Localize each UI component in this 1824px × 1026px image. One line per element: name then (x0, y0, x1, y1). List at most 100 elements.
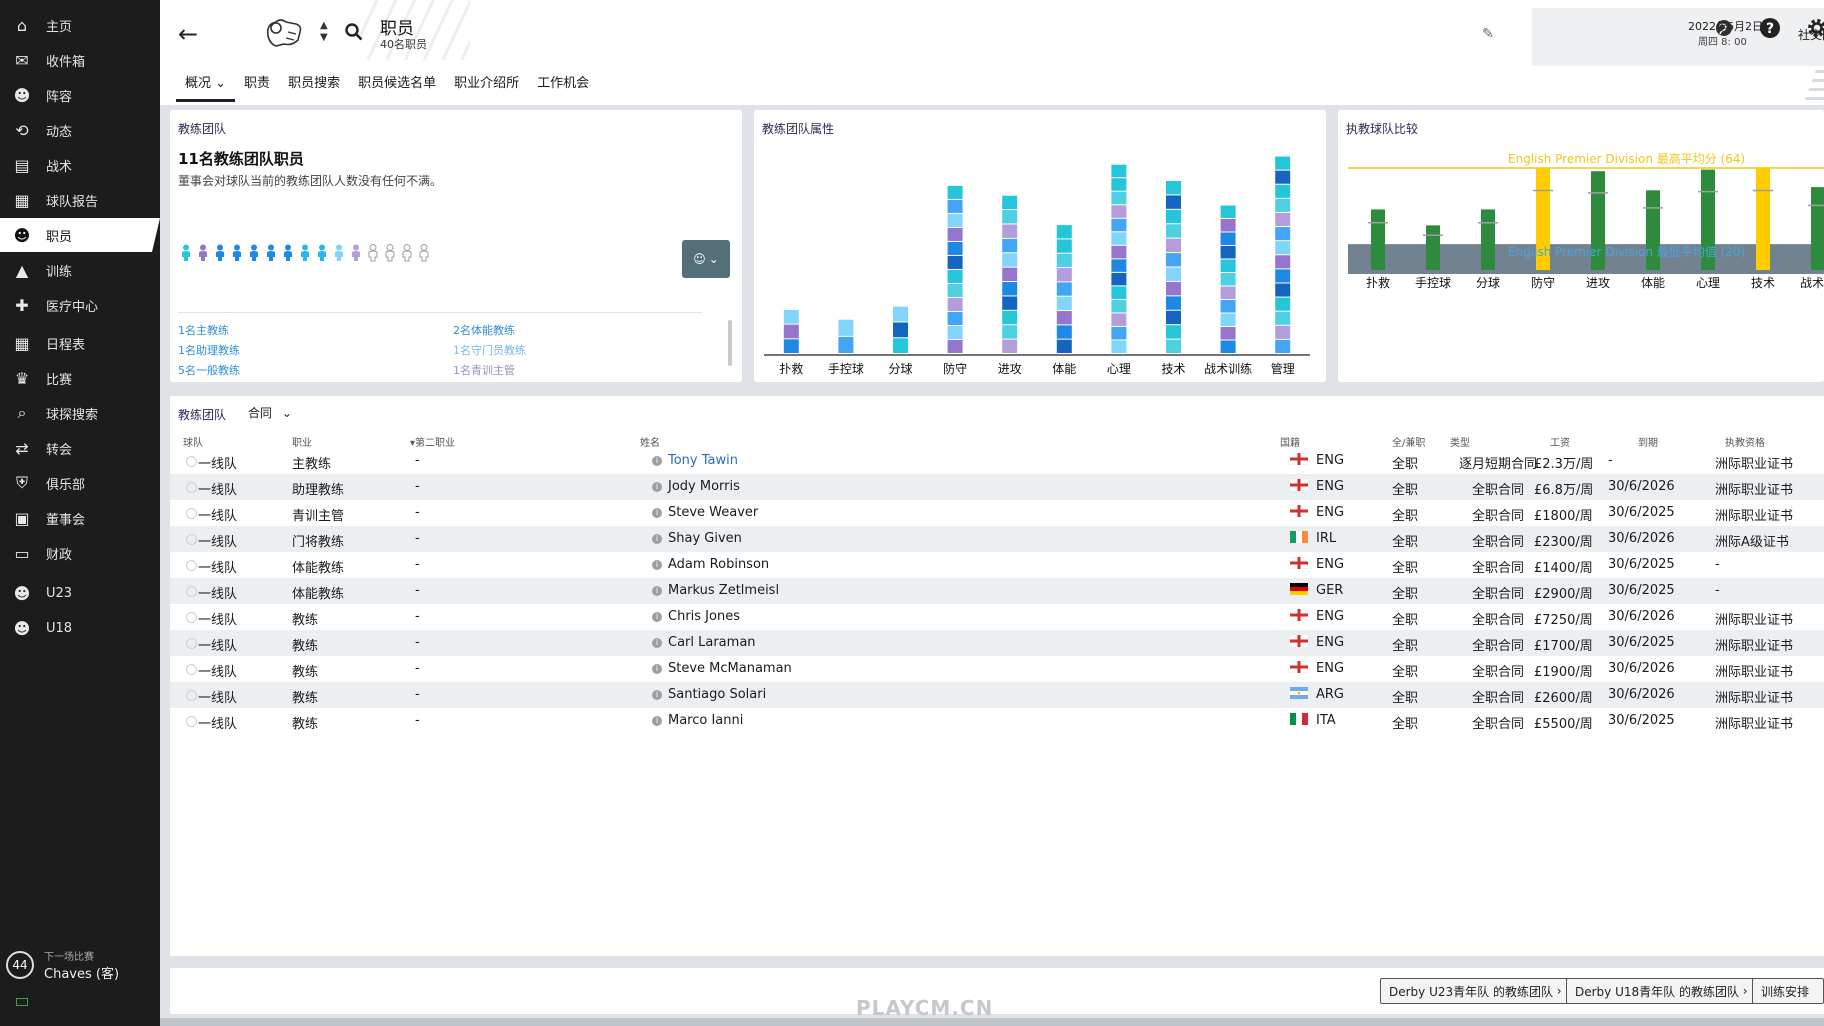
cell-name[interactable]: i Markus Zetlmeisl (652, 583, 779, 598)
column-header[interactable]: 类型 (1450, 434, 1470, 449)
info-icon[interactable]: i (652, 560, 662, 570)
count-gk-coach[interactable]: 1名守门员教练 (453, 342, 526, 358)
info-icon[interactable]: i (652, 664, 662, 674)
tab-4[interactable]: 职业介绍所 (445, 72, 528, 102)
table-row[interactable]: 一线队 体能教练 - i Adam Robinson ENG 全职 全职合同 £1400/周 30… (170, 552, 1824, 578)
cell-name[interactable]: i Jody Morris (652, 479, 740, 494)
row-select-checkbox[interactable] (186, 534, 197, 545)
attribute-bar-1[interactable] (838, 319, 854, 353)
info-icon[interactable]: i (652, 508, 662, 518)
back-arrow-icon[interactable]: ← (178, 20, 198, 48)
cell-name[interactable]: i Tony Tawin (652, 453, 738, 468)
sidebar-item-report[interactable]: ▦ 球队报告 (0, 183, 160, 217)
cell-name[interactable]: i Shay Given (652, 531, 742, 546)
comparison-bar-8[interactable] (1811, 187, 1824, 270)
table-row[interactable]: 一线队 教练 - i Steve McManaman ENG 全职 全职合同 £1900/周 30… (170, 656, 1824, 682)
cell-name[interactable]: i Steve Weaver (652, 505, 758, 520)
row-select-checkbox[interactable] (186, 690, 197, 701)
column-header[interactable]: 到期 (1638, 434, 1658, 449)
prev-next-arrows[interactable]: ▲ ▼ (320, 20, 328, 44)
row-select-checkbox[interactable] (186, 560, 197, 571)
chevron-down-icon[interactable]: ▼ (320, 32, 328, 44)
row-select-checkbox[interactable] (186, 612, 197, 623)
edit-pencil-icon[interactable]: ✎ (1482, 26, 1494, 42)
cell-name[interactable]: i Marco Ianni (652, 713, 743, 728)
sidebar-item-finance[interactable]: ▭ 财政 (0, 536, 160, 570)
column-header[interactable]: 工资 (1550, 434, 1570, 449)
panel-scrollbar[interactable] (728, 320, 732, 366)
info-icon[interactable]: i (652, 456, 662, 466)
info-icon[interactable]: i (652, 586, 662, 596)
count-head-coach[interactable]: 1名主教练 (178, 322, 229, 338)
row-select-checkbox[interactable] (186, 638, 197, 649)
sidebar-item-home[interactable]: ⌂ 主页 (0, 8, 160, 42)
info-icon[interactable]: i (652, 534, 662, 544)
column-header[interactable]: 执教资格 (1725, 434, 1765, 449)
tab-0[interactable]: 概况 ⌄ (176, 72, 236, 102)
table-row[interactable]: 一线队 教练 - i Marco Ianni ITA 全职 全职合同 £5500/周 30/6/2… (170, 708, 1824, 734)
table-row[interactable]: 一线队 体能教练 - i Markus Zetlmeisl GER 全职 全职合同 £2900/… (170, 578, 1824, 604)
attribute-bar-6[interactable] (1111, 164, 1127, 353)
tab-2[interactable]: 职员搜索 (279, 72, 349, 102)
sidebar-item-board[interactable]: ▣ 董事会 (0, 501, 160, 535)
count-assistant[interactable]: 1名助理教练 (178, 342, 240, 358)
cell-name[interactable]: i Carl Laraman (652, 635, 756, 650)
u23-coaching-team-button[interactable]: Derby U23青年队 的教练团队 › (1380, 978, 1571, 1004)
comparison-bar-0[interactable] (1371, 209, 1385, 270)
comparison-bar-7[interactable] (1756, 168, 1770, 270)
sidebar-item-transfer[interactable]: ⇄ 转会 (0, 431, 160, 465)
sidebar-item-inbox[interactable]: ✉ 收件箱 (0, 43, 160, 77)
info-icon[interactable]: i (652, 690, 662, 700)
next-match[interactable]: 44 下一场比赛 Chaves (客) (6, 948, 119, 982)
sidebar-item-squad[interactable]: ☻ 阵容 (0, 78, 160, 112)
chevron-up-icon[interactable]: ▲ (320, 20, 328, 32)
cell-name[interactable]: i Chris Jones (652, 609, 740, 624)
attribute-bar-3[interactable] (947, 185, 963, 353)
figure-filter-dropdown[interactable]: ☺ ⌄ (682, 240, 730, 278)
attribute-bar-0[interactable] (783, 309, 799, 353)
table-row[interactable]: 一线队 门将教练 - i Shay Given IRL 全职 全职合同 £2300/周 30/6/… (170, 526, 1824, 552)
attribute-bar-5[interactable] (1056, 225, 1072, 353)
sidebar-item-dynamics[interactable]: ⟲ 动态 (0, 113, 160, 147)
cell-name[interactable]: i Santiago Solari (652, 687, 766, 702)
attribute-bar-9[interactable] (1275, 156, 1291, 353)
sidebar-item-staff[interactable]: ☻ 职员 (0, 218, 160, 252)
column-header[interactable]: 球队 (183, 434, 203, 449)
row-select-checkbox[interactable] (186, 716, 197, 727)
sidebar-item-tactics[interactable]: ▤ 战术 (0, 148, 160, 182)
sidebar-item-u23[interactable]: ☻ U23 (0, 576, 160, 610)
row-select-checkbox[interactable] (186, 456, 197, 467)
sidebar-item-u18[interactable]: ☻ U18 (0, 611, 160, 645)
attribute-bar-2[interactable] (893, 306, 908, 353)
column-header[interactable]: ▾第二职业 (410, 434, 455, 449)
sidebar-item-medical[interactable]: ✚ 医疗中心 (0, 288, 160, 322)
row-select-checkbox[interactable] (186, 482, 197, 493)
count-general-coach[interactable]: 5名一般教练 (178, 362, 240, 378)
info-icon[interactable]: i (652, 612, 662, 622)
cell-name[interactable]: i Steve McManaman (652, 661, 792, 676)
sidebar-item-scouting[interactable]: ⌕ 球探搜索 (0, 396, 160, 430)
sidebar-item-calendar[interactable]: ▦ 日程表 (0, 326, 160, 360)
comparison-bar-2[interactable] (1481, 209, 1495, 270)
tab-1[interactable]: 职责 (235, 72, 279, 102)
row-select-checkbox[interactable] (186, 664, 197, 675)
info-icon[interactable]: i (652, 482, 662, 492)
view-dropdown[interactable]: 合同 ⌄ (248, 404, 292, 421)
row-select-checkbox[interactable] (186, 586, 197, 597)
table-row[interactable]: 一线队 主教练 - i Tony Tawin ENG 全职 逐月短期合同 £2.3万/周 - 洲际职… (170, 448, 1824, 474)
row-select-checkbox[interactable] (186, 508, 197, 519)
club-crest-ram-icon[interactable] (262, 16, 306, 50)
attribute-bar-7[interactable] (1166, 181, 1181, 353)
table-row[interactable]: 一线队 青训主管 - i Steve Weaver ENG 全职 全职合同 £1800/周 30/… (170, 500, 1824, 526)
attribute-bar-8[interactable] (1220, 205, 1236, 353)
info-icon[interactable]: i (652, 716, 662, 726)
count-youth-head[interactable]: 1名青训主管 (453, 362, 515, 378)
search-icon[interactable] (344, 22, 364, 42)
social-network-link[interactable]: 社交网络 (1798, 26, 1824, 43)
u18-coaching-team-button[interactable]: Derby U18青年队 的教练团队 › (1566, 978, 1757, 1004)
info-icon[interactable]: i (652, 638, 662, 648)
column-header[interactable]: 全/兼职 (1392, 434, 1425, 449)
tab-3[interactable]: 职员候选名单 (349, 72, 445, 102)
sidebar-item-training[interactable]: ▲ 训练 (0, 253, 160, 287)
cell-name[interactable]: i Adam Robinson (652, 557, 769, 572)
